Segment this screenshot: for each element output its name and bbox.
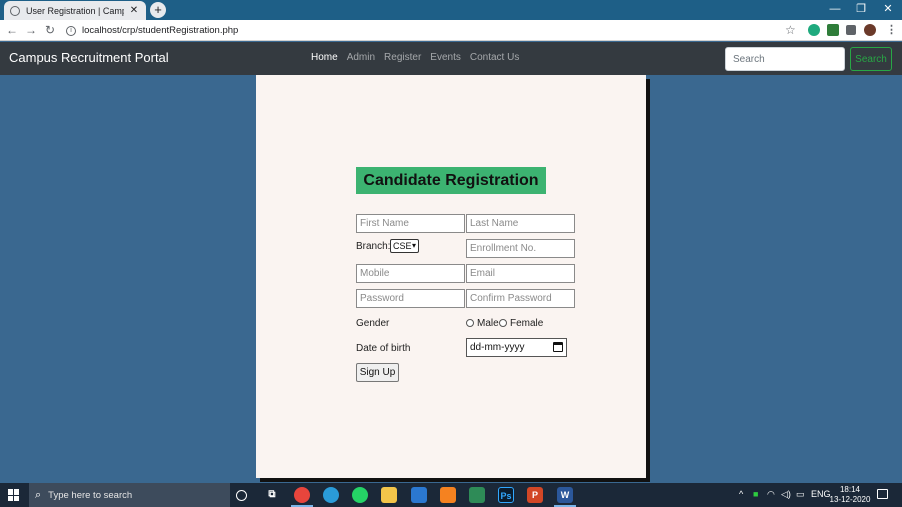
reload-icon[interactable]: ↻ — [42, 22, 58, 38]
search-button[interactable]: Search — [850, 47, 892, 71]
sublime-text-icon[interactable] — [440, 487, 456, 503]
tray-app-icon[interactable]: ■ — [753, 489, 758, 499]
nav-link-admin[interactable]: Admin — [347, 52, 375, 63]
site-brand[interactable]: Campus Recruitment Portal — [9, 50, 169, 65]
gender-label: Gender — [356, 318, 390, 329]
dob-field[interactable]: dd-mm-yyyy — [466, 338, 567, 357]
branch-label: Branch: — [356, 241, 391, 252]
search-input[interactable] — [725, 47, 845, 71]
info-icon[interactable]: i — [66, 25, 76, 36]
chevron-down-icon: ▾ — [411, 241, 416, 250]
url-text: localhost/crp/studentRegistration.php — [82, 25, 239, 36]
gender-female-radio[interactable] — [499, 319, 507, 327]
notification-icon[interactable] — [877, 489, 888, 499]
windows-taskbar: ⌕ Type here to search ⧉ Ps P W ^ ■ ◠ ◁) … — [0, 483, 902, 507]
address-bar-row: ← → ↻ i localhost/crp/studentRegistratio… — [0, 20, 902, 41]
tab-title: User Registration | Campus Recru — [26, 5, 124, 16]
cortana-icon[interactable] — [236, 490, 247, 501]
battery-icon[interactable]: ▭ — [796, 489, 805, 500]
nav-link-home[interactable]: Home — [311, 52, 338, 63]
forward-arrow-icon[interactable]: → — [23, 22, 39, 38]
task-view-icon[interactable]: ⧉ — [264, 487, 280, 503]
last-name-field[interactable] — [466, 214, 575, 233]
store-icon[interactable] — [411, 487, 427, 503]
more-menu-icon[interactable]: ⋮ — [886, 23, 897, 36]
branch-select[interactable]: CSE ▾ — [390, 239, 419, 253]
form-heading: Candidate Registration — [356, 167, 546, 194]
calendar-icon[interactable] — [553, 342, 563, 352]
word-icon[interactable]: W — [557, 487, 573, 503]
search-icon: ⌕ — [35, 488, 42, 501]
site-navbar: Campus Recruitment Portal Home Admin Reg… — [0, 42, 902, 75]
confirm-password-field[interactable] — [466, 289, 575, 308]
mobile-field[interactable] — [356, 264, 465, 283]
gender-female-label: Female — [510, 318, 544, 329]
nav-links: Home Admin Register Events Contact Us — [311, 52, 519, 63]
password-field[interactable] — [356, 289, 465, 308]
dob-placeholder: dd-mm-yyyy — [470, 342, 525, 353]
restore-icon[interactable]: ❐ — [848, 0, 874, 20]
browser-tab-strip: User Registration | Campus Recru ✕ + — ❐… — [0, 0, 902, 20]
powerpoint-icon[interactable]: P — [527, 487, 543, 503]
new-tab-button[interactable]: + — [150, 2, 166, 18]
enrollment-field[interactable] — [466, 239, 575, 258]
photoshop-icon[interactable]: Ps — [498, 487, 514, 503]
dob-label: Date of birth — [356, 343, 411, 354]
url-field[interactable]: i localhost/crp/studentRegistration.php — [62, 22, 802, 39]
edge-icon[interactable] — [323, 487, 339, 503]
tray-chevron-icon[interactable]: ^ — [739, 489, 743, 499]
clock-date: 13-12-2020 — [829, 495, 871, 504]
taskbar-search[interactable]: ⌕ Type here to search — [29, 483, 230, 507]
first-name-field[interactable] — [356, 214, 465, 233]
back-arrow-icon[interactable]: ← — [4, 22, 20, 38]
branch-select-value: CSE — [393, 241, 412, 251]
extension-cube-icon[interactable] — [827, 24, 839, 36]
chrome-icon[interactable] — [294, 487, 310, 503]
file-explorer-icon[interactable] — [381, 487, 397, 503]
nav-link-events[interactable]: Events — [430, 52, 461, 63]
puzzle-extensions-icon[interactable] — [846, 25, 856, 35]
app-arrow-icon[interactable] — [469, 487, 485, 503]
globe-icon — [10, 5, 20, 16]
sign-up-button[interactable]: Sign Up — [356, 363, 399, 382]
profile-avatar[interactable] — [864, 24, 876, 36]
gender-male-label: Male — [477, 318, 499, 329]
volume-icon[interactable]: ◁) — [781, 489, 791, 500]
close-tab-icon[interactable]: ✕ — [128, 5, 140, 16]
registration-card: Candidate Registration Branch: CSE ▾ Gen… — [256, 75, 646, 478]
window-close-icon[interactable]: ✕ — [875, 0, 901, 20]
whatsapp-icon[interactable] — [352, 487, 368, 503]
clock-time: 18:14 — [839, 485, 861, 494]
email-field[interactable] — [466, 264, 575, 283]
taskbar-clock[interactable]: 18:14 13-12-2020 — [828, 485, 872, 505]
nav-link-register[interactable]: Register — [384, 52, 421, 63]
windows-start-icon[interactable] — [8, 489, 20, 501]
taskbar-search-text: Type here to search — [48, 489, 133, 501]
bookmark-star-icon[interactable]: ☆ — [785, 23, 796, 37]
minimize-icon[interactable]: — — [822, 0, 848, 20]
nav-link-contact[interactable]: Contact Us — [470, 52, 519, 63]
grammarly-extension-icon[interactable] — [808, 24, 820, 36]
gender-male-radio[interactable] — [466, 319, 474, 327]
browser-tab[interactable]: User Registration | Campus Recru ✕ — [4, 1, 146, 20]
wifi-icon[interactable]: ◠ — [767, 489, 775, 500]
